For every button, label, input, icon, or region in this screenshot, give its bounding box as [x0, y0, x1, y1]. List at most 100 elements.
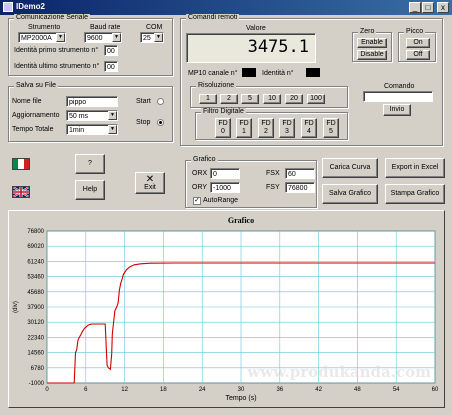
res-button-5[interactable]: 5: [241, 94, 259, 104]
res-button-20[interactable]: 20: [285, 94, 303, 104]
remote-commands-title: Comandi remoti: [186, 14, 240, 21]
fd-number: 1: [242, 128, 246, 135]
chevron-down-icon[interactable]: ▼: [56, 33, 65, 42]
valore-label: Valore: [246, 25, 266, 32]
aggiornamento-select[interactable]: 50 ms ▼: [66, 110, 118, 121]
risoluzione-title: Risoluzione: [196, 82, 237, 89]
carica-curva-button[interactable]: Carica Curva: [322, 158, 378, 178]
y-tick-label: 22340: [27, 335, 44, 341]
stop-radio[interactable]: [157, 119, 164, 126]
value-readout: 3475.1: [247, 37, 309, 57]
fd-label: FD: [304, 120, 314, 127]
identita-label: Identità n°: [262, 70, 294, 77]
disable-button[interactable]: Disable: [357, 50, 387, 60]
watermark-text: www.produkanda.com: [246, 363, 431, 381]
graph-settings-title: Grafico: [191, 156, 218, 163]
id-last-label: Identità ultimo strumento n°: [14, 63, 100, 70]
nome-file-field[interactable]: pippo: [66, 96, 118, 107]
tempo-totale-select[interactable]: 1min ▼: [66, 124, 118, 135]
tempo-totale-value: 1min: [69, 127, 85, 134]
fd-button-2[interactable]: FD 2: [258, 118, 274, 138]
fd-label: FD: [326, 120, 336, 127]
y-axis-label: (div): [13, 301, 19, 313]
fd-label: FD: [282, 120, 292, 127]
stampa-grafico-button[interactable]: Stampa Grafico: [385, 184, 445, 204]
invio-button[interactable]: Invio: [383, 104, 411, 116]
com-label: COM: [146, 24, 163, 31]
ory-label: ORY: [192, 184, 208, 191]
x-tick-label: 54: [393, 387, 400, 393]
fd-button-1[interactable]: FD 1: [236, 118, 252, 138]
id-first-field[interactable]: 00: [104, 45, 118, 56]
minimize-button[interactable]: _: [409, 2, 421, 13]
autorange-checkbox[interactable]: ✓: [193, 197, 201, 205]
x-axis-label: Tempo (s): [225, 395, 256, 402]
app-icon: [3, 2, 13, 12]
english-flag-icon[interactable]: [12, 186, 30, 198]
res-button-1[interactable]: 1: [199, 94, 217, 104]
chevron-down-icon[interactable]: ▼: [108, 111, 117, 120]
res-button-100[interactable]: 100: [307, 94, 325, 104]
export-excel-button[interactable]: Export in Excel: [385, 158, 445, 178]
picco-off-button[interactable]: Off: [406, 50, 430, 60]
picco-title: Picco: [404, 28, 426, 35]
com-select[interactable]: 25 ▼: [140, 32, 164, 43]
x-tick-label: 18: [160, 387, 167, 393]
x-tick-label: 0: [45, 387, 49, 393]
autorange-label: AutoRange: [203, 197, 239, 204]
res-button-10[interactable]: 10: [263, 94, 281, 104]
fsx-label: FSX: [266, 170, 280, 177]
fsy-field[interactable]: 76800: [285, 182, 315, 193]
enable-button[interactable]: Enable: [357, 38, 387, 48]
x-tick-label: 42: [315, 387, 322, 393]
fd-button-4[interactable]: FD 4: [301, 118, 317, 138]
start-radio[interactable]: [157, 98, 164, 105]
fd-button-3[interactable]: FD 3: [279, 118, 295, 138]
baud-value: 9600: [87, 35, 103, 42]
strumento-label: Strumento: [28, 24, 61, 31]
id-last-field[interactable]: 00: [104, 61, 118, 72]
y-tick-label: 76800: [27, 229, 44, 235]
question-button[interactable]: ?: [75, 154, 105, 174]
title-bar: IDemo2 _ □ x: [0, 0, 452, 15]
picco-on-button[interactable]: On: [406, 38, 430, 48]
fd-button-5[interactable]: FD 5: [323, 118, 339, 138]
orx-field[interactable]: 0: [210, 168, 240, 179]
fsx-field[interactable]: 60: [285, 168, 315, 179]
y-tick-label: 30120: [27, 320, 44, 326]
chevron-down-icon[interactable]: ▼: [112, 33, 121, 42]
y-tick-label: 14560: [27, 351, 44, 357]
orx-label: ORX: [192, 170, 208, 177]
fd-number: 0: [221, 128, 225, 135]
start-label: Start: [136, 98, 151, 105]
x-tick-label: 36: [276, 387, 283, 393]
y-tick-label: 37900: [27, 305, 44, 311]
res-button-2[interactable]: 2: [220, 94, 238, 104]
strumento-select[interactable]: MP2000A ▼: [18, 32, 66, 43]
close-button[interactable]: x: [437, 2, 449, 13]
y-tick-label: 6780: [31, 366, 45, 372]
italian-flag-icon[interactable]: [12, 158, 30, 170]
serial-comm-title: Comunicazione Seriale: [14, 14, 90, 21]
fd-number: 2: [264, 128, 268, 135]
fsy-label: FSY: [266, 184, 280, 191]
y-tick-label: 45680: [27, 290, 44, 296]
comando-field[interactable]: [363, 91, 433, 102]
ory-field[interactable]: -1000: [210, 182, 240, 193]
help-button[interactable]: Help: [75, 180, 105, 200]
x-tick-label: 30: [238, 387, 245, 393]
exit-button[interactable]: ✕ Exit: [135, 172, 165, 194]
chevron-down-icon[interactable]: ▼: [154, 33, 163, 42]
chevron-down-icon[interactable]: ▼: [108, 125, 117, 134]
baud-label: Baud rate: [90, 24, 121, 31]
chart-title: Grafico: [228, 216, 254, 225]
salva-grafico-button[interactable]: Salva Grafico: [322, 184, 378, 204]
fd-button-0[interactable]: FD 0: [215, 118, 231, 138]
baud-select[interactable]: 9600 ▼: [84, 32, 122, 43]
exit-icon: ✕: [145, 173, 155, 185]
stop-label: Stop: [136, 119, 151, 126]
fd-number: 3: [285, 128, 289, 135]
fd-label: FD: [218, 120, 228, 127]
maximize-button[interactable]: □: [422, 2, 434, 13]
com-value: 25: [143, 35, 151, 42]
